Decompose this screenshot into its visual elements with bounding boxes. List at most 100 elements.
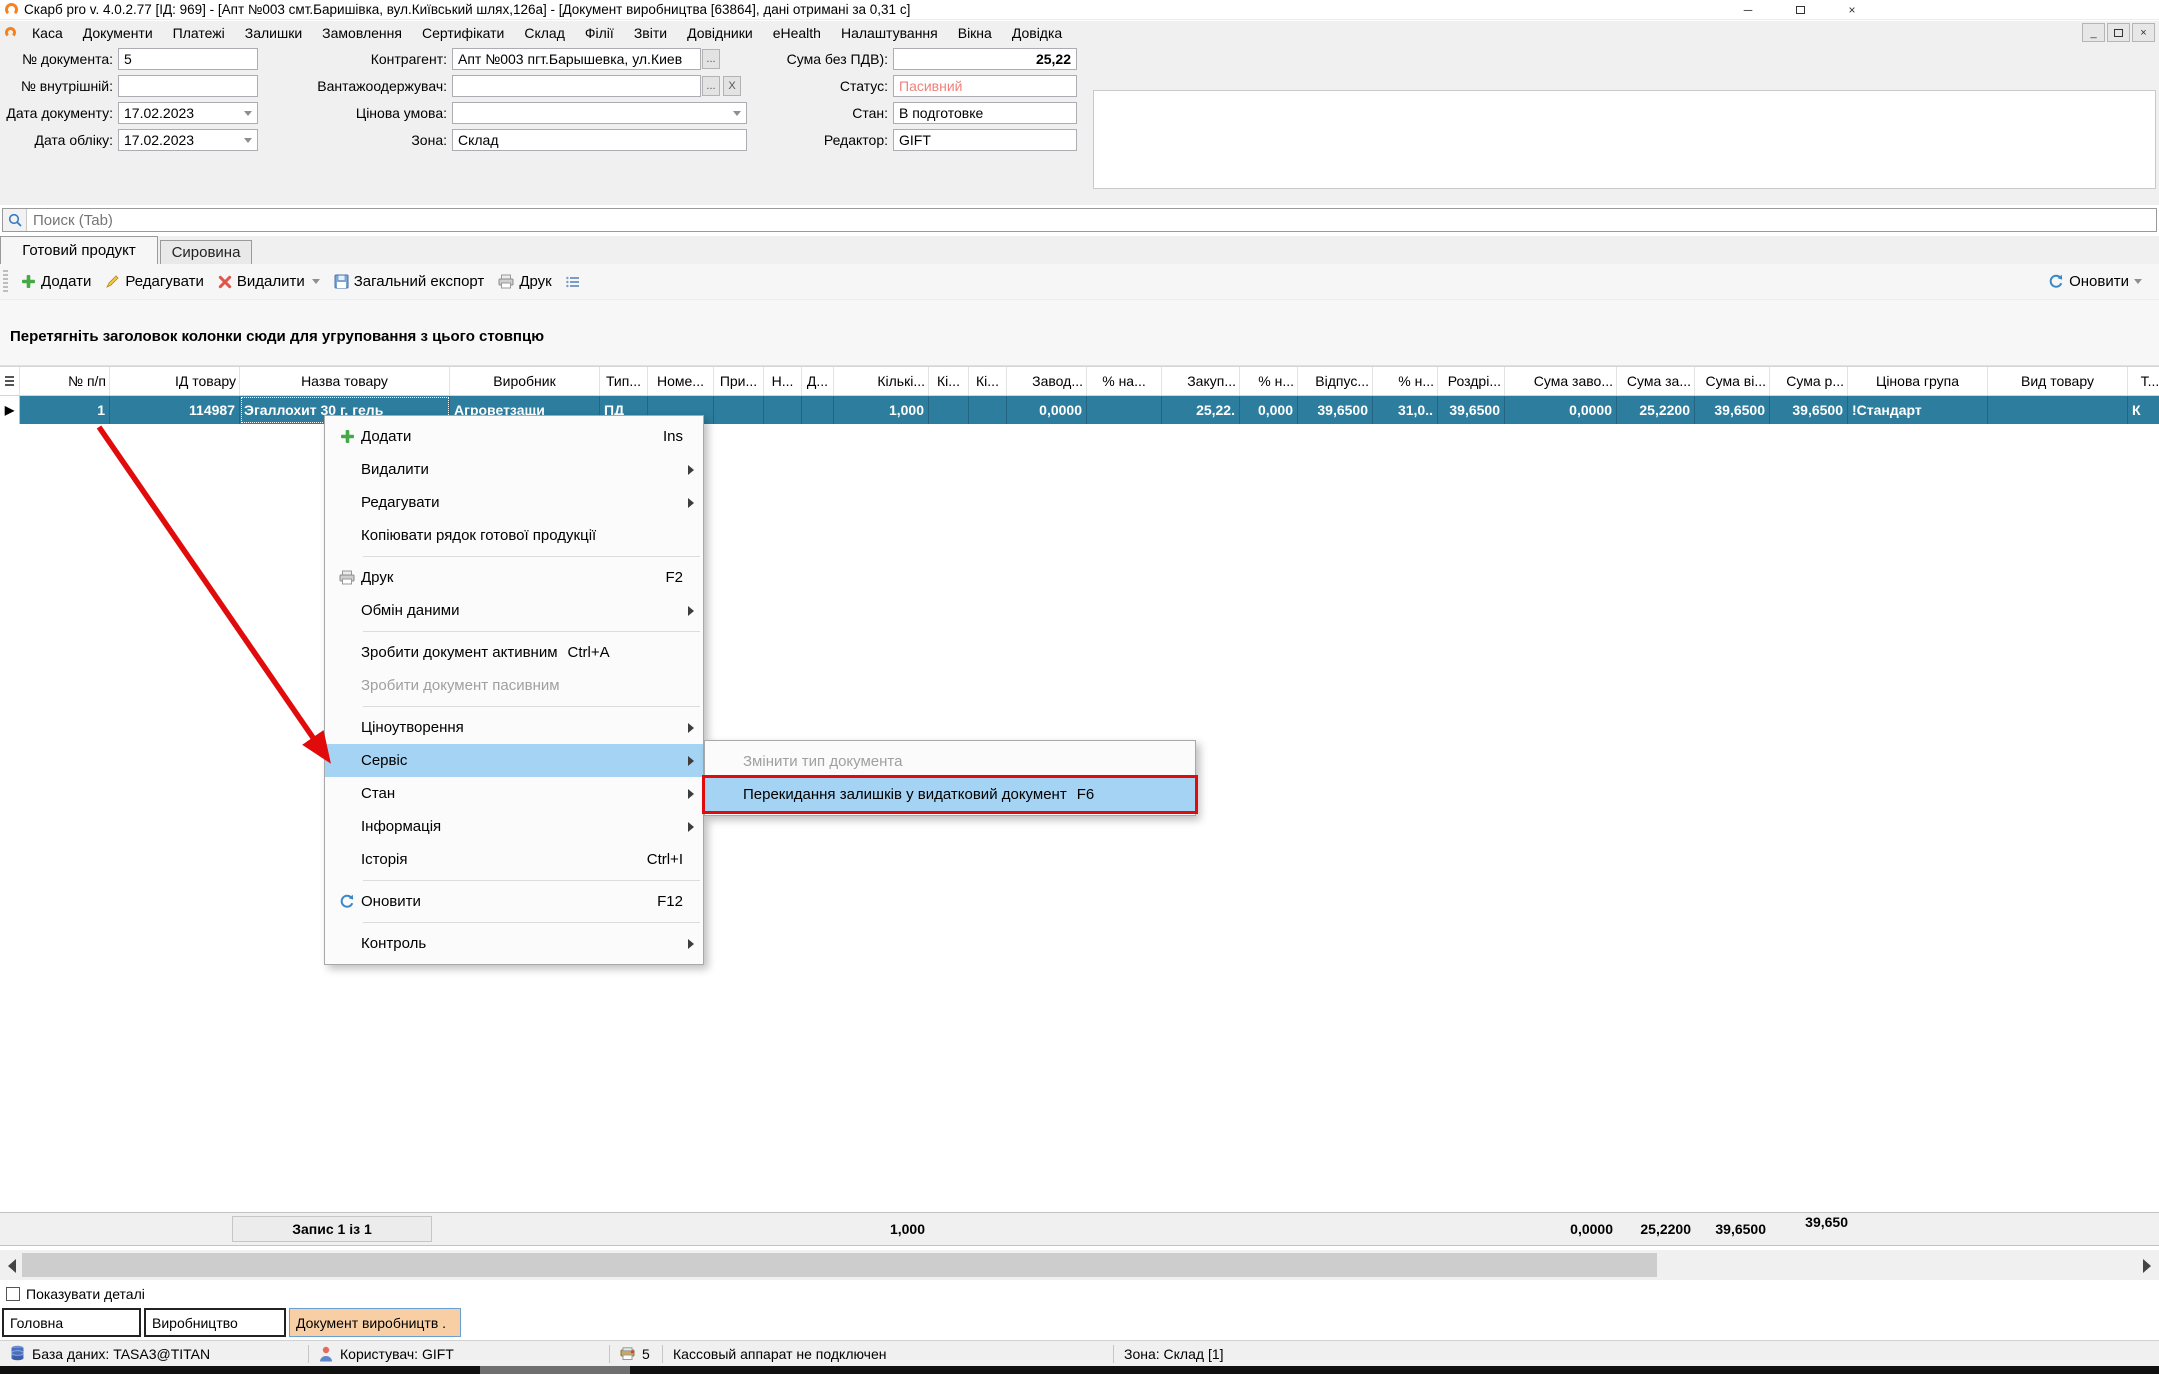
column-header-5[interactable]: Тип...: [600, 367, 648, 395]
cell-14[interactable]: [1087, 396, 1162, 424]
column-header-6[interactable]: Номе...: [648, 367, 714, 395]
cell-20[interactable]: 0,0000: [1505, 396, 1617, 424]
toolbar-grip-handle[interactable]: [3, 270, 8, 294]
doc-date-field[interactable]: 17.02.2023: [118, 102, 258, 124]
mdi-close-button[interactable]: ×: [2132, 23, 2155, 42]
context-menu-item-12[interactable]: Сервіс: [325, 744, 703, 777]
context-menu-item-2[interactable]: Редагувати: [325, 486, 703, 519]
consignee-browse-button[interactable]: ...: [702, 76, 720, 96]
tab-finished-product[interactable]: Готовий продукт: [0, 236, 158, 264]
cell-21[interactable]: 25,2200: [1617, 396, 1695, 424]
column-header-1[interactable]: № п/п: [20, 367, 110, 395]
column-header-15[interactable]: Закуп...: [1162, 367, 1240, 395]
account-date-field[interactable]: 17.02.2023: [118, 129, 258, 151]
scrollbar-thumb[interactable]: [22, 1253, 1657, 1277]
refresh-button[interactable]: Оновити: [2041, 269, 2149, 294]
cell-13[interactable]: 0,0000: [1007, 396, 1087, 424]
column-header-4[interactable]: Виробник: [450, 367, 600, 395]
cell-1[interactable]: 1: [20, 396, 110, 424]
menu-windows[interactable]: Вікна: [948, 21, 1002, 44]
context-menu-item-1[interactable]: Видалити: [325, 453, 703, 486]
chevron-down-icon[interactable]: [244, 138, 252, 143]
mdi-minimize-button[interactable]: _: [2082, 23, 2105, 42]
column-header-8[interactable]: Н...: [764, 367, 802, 395]
mdi-restore-button[interactable]: [2107, 23, 2130, 42]
column-header-0[interactable]: [0, 367, 20, 395]
cell-18[interactable]: 31,0..: [1373, 396, 1438, 424]
menu-documents[interactable]: Документи: [73, 21, 163, 44]
consignee-field[interactable]: [452, 75, 701, 97]
cell-24[interactable]: !Стандарт: [1848, 396, 1988, 424]
column-list-button[interactable]: [559, 271, 587, 293]
column-header-24[interactable]: Цінова група: [1848, 367, 1988, 395]
cell-8[interactable]: [764, 396, 802, 424]
menu-reports[interactable]: Звіти: [624, 21, 677, 44]
search-bar[interactable]: [2, 208, 2157, 232]
group-by-band[interactable]: Перетягніть заголовок колонки сюди для у…: [0, 300, 2159, 366]
scroll-left-icon[interactable]: [8, 1259, 16, 1273]
context-menu-item-19[interactable]: Контроль: [325, 927, 703, 960]
cell-15[interactable]: 25,22.: [1162, 396, 1240, 424]
wintab-main[interactable]: Головна: [2, 1308, 141, 1337]
show-details-checkbox[interactable]: [6, 1287, 20, 1301]
menu-orders[interactable]: Замовлення: [312, 21, 412, 44]
horizontal-scrollbar[interactable]: [0, 1250, 2159, 1280]
cell-23[interactable]: 39,6500: [1770, 396, 1848, 424]
consignee-clear-button[interactable]: X: [723, 76, 741, 96]
menu-kasa[interactable]: Каса: [22, 21, 73, 44]
maximize-button[interactable]: [1774, 0, 1826, 19]
cell-19[interactable]: 39,6500: [1438, 396, 1505, 424]
scroll-right-icon[interactable]: [2143, 1259, 2151, 1273]
column-header-11[interactable]: Кі...: [929, 367, 969, 395]
column-header-2[interactable]: ІД товару: [110, 367, 240, 395]
column-header-17[interactable]: Відпус...: [1298, 367, 1373, 395]
wintab-production[interactable]: Виробництво: [144, 1308, 286, 1337]
cell-26[interactable]: К: [2128, 396, 2159, 424]
column-header-20[interactable]: Сума заво...: [1505, 367, 1617, 395]
chevron-down-icon[interactable]: [244, 111, 252, 116]
context-menu-item-17[interactable]: ОновитиF12: [325, 885, 703, 918]
close-button[interactable]: ×: [1826, 0, 1878, 19]
menu-settings[interactable]: Налаштування: [831, 21, 948, 44]
cell-16[interactable]: 0,000: [1240, 396, 1298, 424]
add-button[interactable]: Додати: [14, 269, 98, 294]
column-header-10[interactable]: Кількі...: [834, 367, 929, 395]
menu-certificates[interactable]: Сертифікати: [412, 21, 514, 44]
minimize-button[interactable]: ─: [1722, 0, 1774, 19]
contragent-field[interactable]: Апт №003 пгт.Барышевка, ул.Киев: [452, 48, 701, 70]
column-header-9[interactable]: Д...: [802, 367, 834, 395]
submenu-item-1[interactable]: Перекидання залишків у видатковий докуме…: [705, 778, 1195, 811]
menu-ehealth[interactable]: eHealth: [763, 21, 831, 44]
cell-17[interactable]: 39,6500: [1298, 396, 1373, 424]
doc-number-field[interactable]: 5: [118, 48, 258, 70]
column-header-26[interactable]: Т...: [2128, 367, 2159, 395]
context-menu-item-11[interactable]: Ціноутворення: [325, 711, 703, 744]
menu-payments[interactable]: Платежі: [163, 21, 235, 44]
menu-warehouse[interactable]: Склад: [514, 21, 575, 44]
column-header-25[interactable]: Вид товару: [1988, 367, 2128, 395]
chevron-down-icon[interactable]: [733, 111, 741, 116]
menu-branches[interactable]: Філії: [575, 21, 624, 44]
context-menu-item-0[interactable]: ДодатиIns: [325, 420, 703, 453]
cell-9[interactable]: [802, 396, 834, 424]
menu-stocks[interactable]: Залишки: [235, 21, 312, 44]
delete-button[interactable]: Видалити: [211, 269, 327, 294]
menu-help[interactable]: Довідка: [1002, 21, 1072, 44]
column-header-7[interactable]: При...: [714, 367, 764, 395]
cell-7[interactable]: [714, 396, 764, 424]
context-menu-item-3[interactable]: Копіювати рядок готової продукції: [325, 519, 703, 552]
cell-2[interactable]: 114987: [110, 396, 240, 424]
menu-directories[interactable]: Довідники: [677, 21, 763, 44]
column-header-19[interactable]: Роздрі...: [1438, 367, 1505, 395]
cell-10[interactable]: 1,000: [834, 396, 929, 424]
contragent-browse-button[interactable]: ...: [702, 49, 720, 69]
column-header-3[interactable]: Назва товару: [240, 367, 450, 395]
column-header-12[interactable]: Кі...: [969, 367, 1007, 395]
column-header-13[interactable]: Завод...: [1007, 367, 1087, 395]
cell-22[interactable]: 39,6500: [1695, 396, 1770, 424]
column-header-14[interactable]: % на...: [1087, 367, 1162, 395]
context-menu-item-15[interactable]: ІсторіяCtrl+I: [325, 843, 703, 876]
context-menu-item-6[interactable]: Обмін даними: [325, 594, 703, 627]
internal-number-field[interactable]: [118, 75, 258, 97]
column-header-18[interactable]: % н...: [1373, 367, 1438, 395]
